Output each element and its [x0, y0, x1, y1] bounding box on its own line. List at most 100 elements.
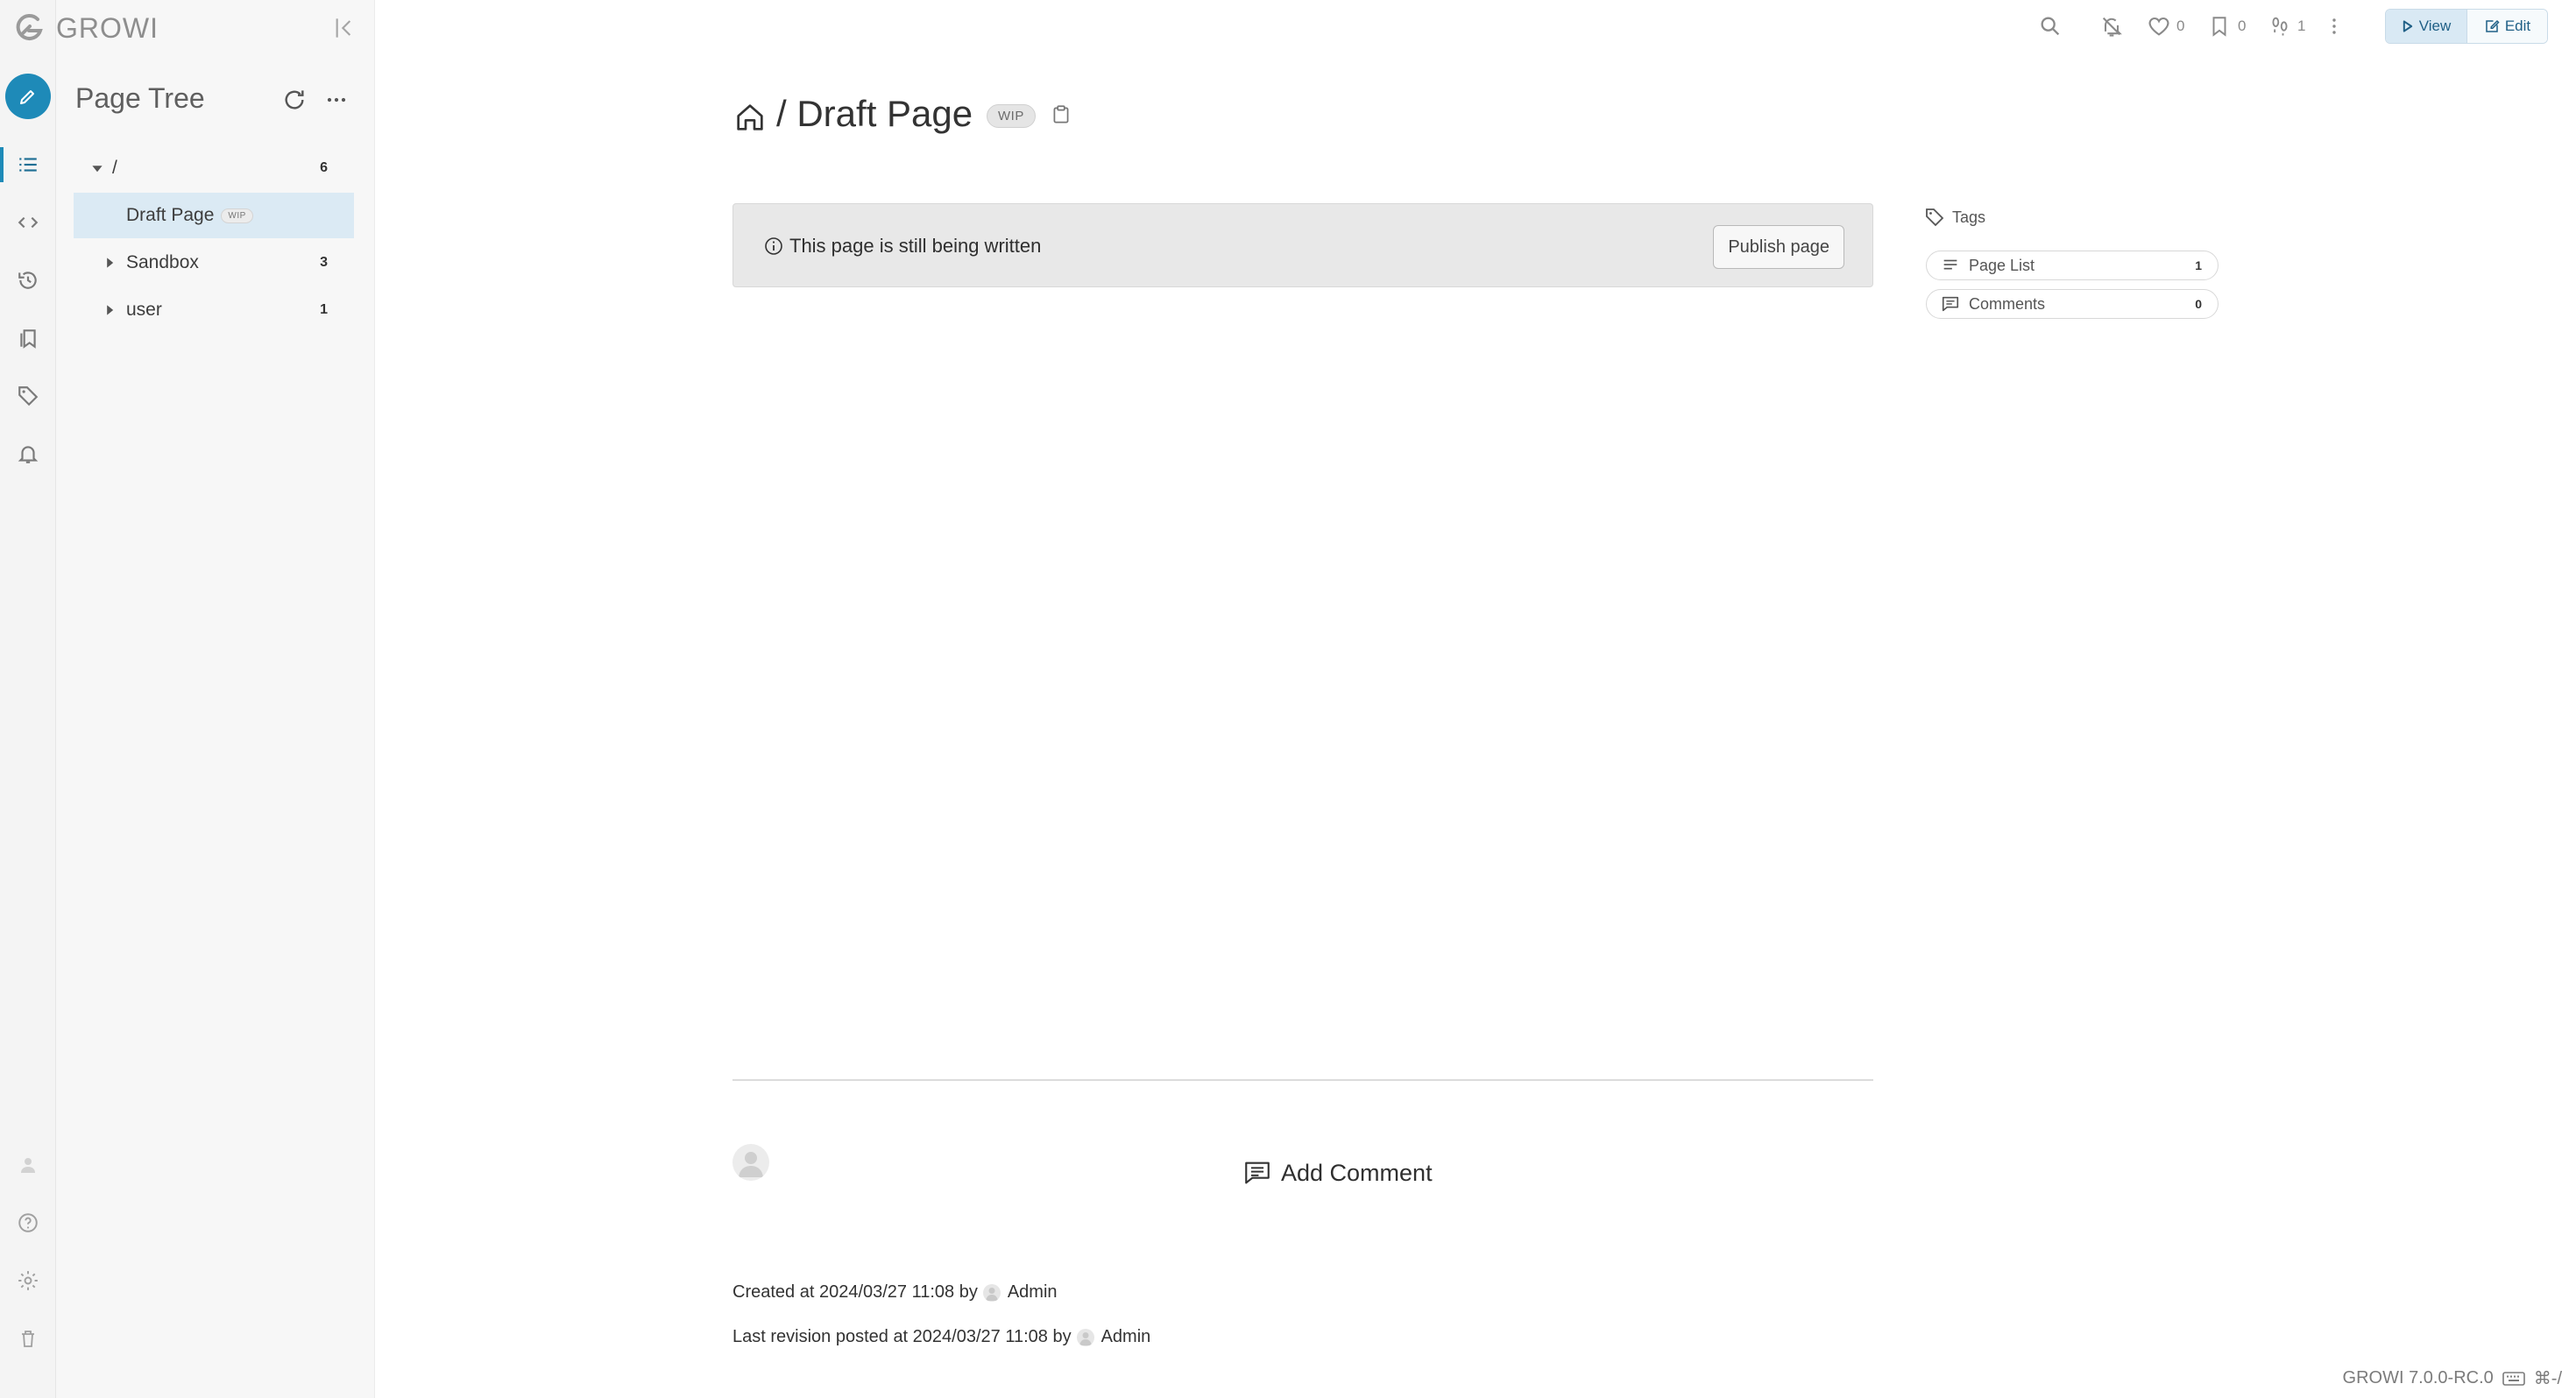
rail-bookmarks-button[interactable] — [0, 314, 56, 363]
publish-page-button[interactable]: Publish page — [1713, 225, 1844, 269]
wip-badge: WIP — [221, 208, 253, 223]
collapse-sidebar-button[interactable] — [331, 14, 359, 42]
edit-button[interactable]: Edit — [2466, 10, 2547, 43]
revision-info: Last revision posted at 2024/03/27 11:08… — [732, 1327, 1150, 1347]
create-page-button[interactable] — [5, 74, 51, 119]
subscribe-button[interactable] — [2099, 12, 2124, 40]
heart-icon — [2148, 17, 2169, 36]
page-list-button[interactable]: Page List 1 — [1926, 251, 2219, 280]
page-list-icon — [1943, 259, 1957, 270]
like-count: 0 — [2176, 18, 2185, 34]
more-horizontal-icon — [327, 97, 346, 102]
rail-notifications-button[interactable] — [0, 429, 56, 478]
tree-item-user[interactable]: user 1 — [74, 287, 354, 333]
seen-users-button[interactable]: 1 — [2268, 12, 2305, 40]
user-icon — [21, 1158, 35, 1173]
home-icon[interactable] — [732, 100, 768, 135]
code-icon — [18, 216, 39, 229]
like-button[interactable]: 0 — [2147, 12, 2184, 40]
comments-count: 0 — [2195, 297, 2202, 311]
tags-section[interactable]: Tags — [1924, 207, 1985, 228]
version-footer: GROWI 7.0.0-RC.0 ⌘-/ — [2343, 1367, 2562, 1389]
bell-off-icon — [2102, 17, 2122, 37]
edit-label: Edit — [2504, 18, 2531, 34]
play-icon — [2403, 20, 2412, 32]
bell-icon — [18, 446, 39, 463]
view-edit-switch: View Edit — [2385, 9, 2548, 44]
bookmark-button[interactable]: 0 — [2208, 12, 2246, 40]
history-icon — [18, 272, 37, 289]
tree-item-label: Sandbox — [126, 252, 199, 272]
trash-icon — [22, 1331, 34, 1347]
revision-text: Last revision posted at 2024/03/27 11:08… — [732, 1327, 1072, 1346]
add-comment-button[interactable]: Add Comment — [1242, 1158, 1433, 1188]
search-button[interactable] — [2038, 12, 2063, 40]
rail-tags-button[interactable] — [0, 371, 56, 420]
tree-more-button[interactable] — [322, 86, 350, 114]
rail-custom-sidebar-button[interactable] — [0, 198, 56, 247]
created-user-link[interactable]: Admin — [1008, 1282, 1058, 1303]
created-info: Created at 2024/03/27 11:08 by Admin — [732, 1282, 1058, 1303]
avatar — [732, 1144, 769, 1181]
version-text: GROWI 7.0.0-RC.0 — [2342, 1368, 2494, 1387]
page-menu-button[interactable] — [2324, 12, 2345, 40]
tree-item-count: 3 — [320, 255, 328, 270]
view-button[interactable]: View — [2386, 10, 2466, 43]
tree-item-count: 6 — [320, 160, 328, 175]
view-label: View — [2418, 18, 2452, 34]
caret-right-icon[interactable] — [102, 302, 117, 318]
sidebar: GROWI Page Tree / 6 Draft Page WIP Sandb… — [56, 0, 375, 1398]
created-text: Created at 2024/03/27 11:08 by — [732, 1282, 978, 1302]
caret-right-icon[interactable] — [102, 255, 117, 271]
footprints-icon — [2272, 17, 2288, 36]
edit-icon — [2486, 19, 2500, 32]
rail-page-tree-button[interactable] — [0, 140, 56, 189]
brand-header: GROWI — [56, 0, 375, 56]
left-rail — [0, 0, 56, 1398]
keyboard-icon[interactable] — [2502, 1370, 2525, 1387]
wip-alert: This page is still being written Publish… — [732, 203, 1873, 287]
tree-item-label: / — [112, 158, 117, 178]
tag-icon — [18, 386, 39, 406]
brand-name: GROWI — [56, 12, 159, 44]
comment-icon — [1245, 1161, 1270, 1184]
content-divider — [732, 1079, 1873, 1081]
sidebar-title: Page Tree — [75, 82, 205, 114]
bookmark-icon — [2212, 17, 2226, 37]
wip-notice-text: This page is still being written — [789, 235, 1042, 257]
page-title-text: Draft Page — [796, 93, 973, 134]
page-path-separator: / — [776, 93, 797, 134]
tags-label: Tags — [1952, 208, 1986, 226]
shortcut-hint[interactable]: ⌘-/ — [2534, 1367, 2562, 1389]
page-title: / Draft Page — [776, 93, 973, 135]
bookmarks-icon — [20, 329, 36, 349]
gear-icon — [18, 1271, 38, 1290]
avatar — [982, 1283, 1001, 1302]
tree-item-sandbox[interactable]: Sandbox 3 — [74, 240, 354, 286]
caret-down-icon[interactable] — [89, 160, 105, 176]
tree-item-draft-page[interactable]: Draft Page WIP — [74, 193, 354, 238]
comments-button[interactable]: Comments 0 — [1926, 289, 2219, 319]
list-icon — [19, 158, 37, 172]
tree-item-root[interactable]: / 6 — [74, 145, 354, 191]
seen-count: 1 — [2297, 18, 2306, 34]
copy-path-button[interactable] — [1050, 103, 1072, 126]
rail-help-button[interactable] — [0, 1198, 56, 1247]
wip-badge: WIP — [987, 104, 1036, 128]
info-icon — [763, 236, 784, 257]
rail-trash-button[interactable] — [0, 1314, 56, 1363]
tree-item-count: 1 — [320, 302, 328, 317]
tag-icon — [1926, 208, 1944, 227]
reload-tree-button[interactable] — [280, 86, 308, 114]
rail-settings-button[interactable] — [0, 1256, 56, 1305]
revision-user-link[interactable]: Admin — [1101, 1327, 1151, 1347]
tree-item-label: Draft Page — [126, 205, 215, 225]
rail-recent-changes-button[interactable] — [0, 256, 56, 305]
rail-user-button[interactable] — [0, 1140, 56, 1190]
help-icon — [18, 1213, 38, 1232]
refresh-icon — [285, 90, 304, 109]
tree-item-label: user — [126, 300, 162, 320]
growi-logo-icon[interactable] — [11, 11, 46, 46]
page-list-label: Page List — [1969, 256, 2035, 274]
avatar — [1076, 1328, 1094, 1346]
